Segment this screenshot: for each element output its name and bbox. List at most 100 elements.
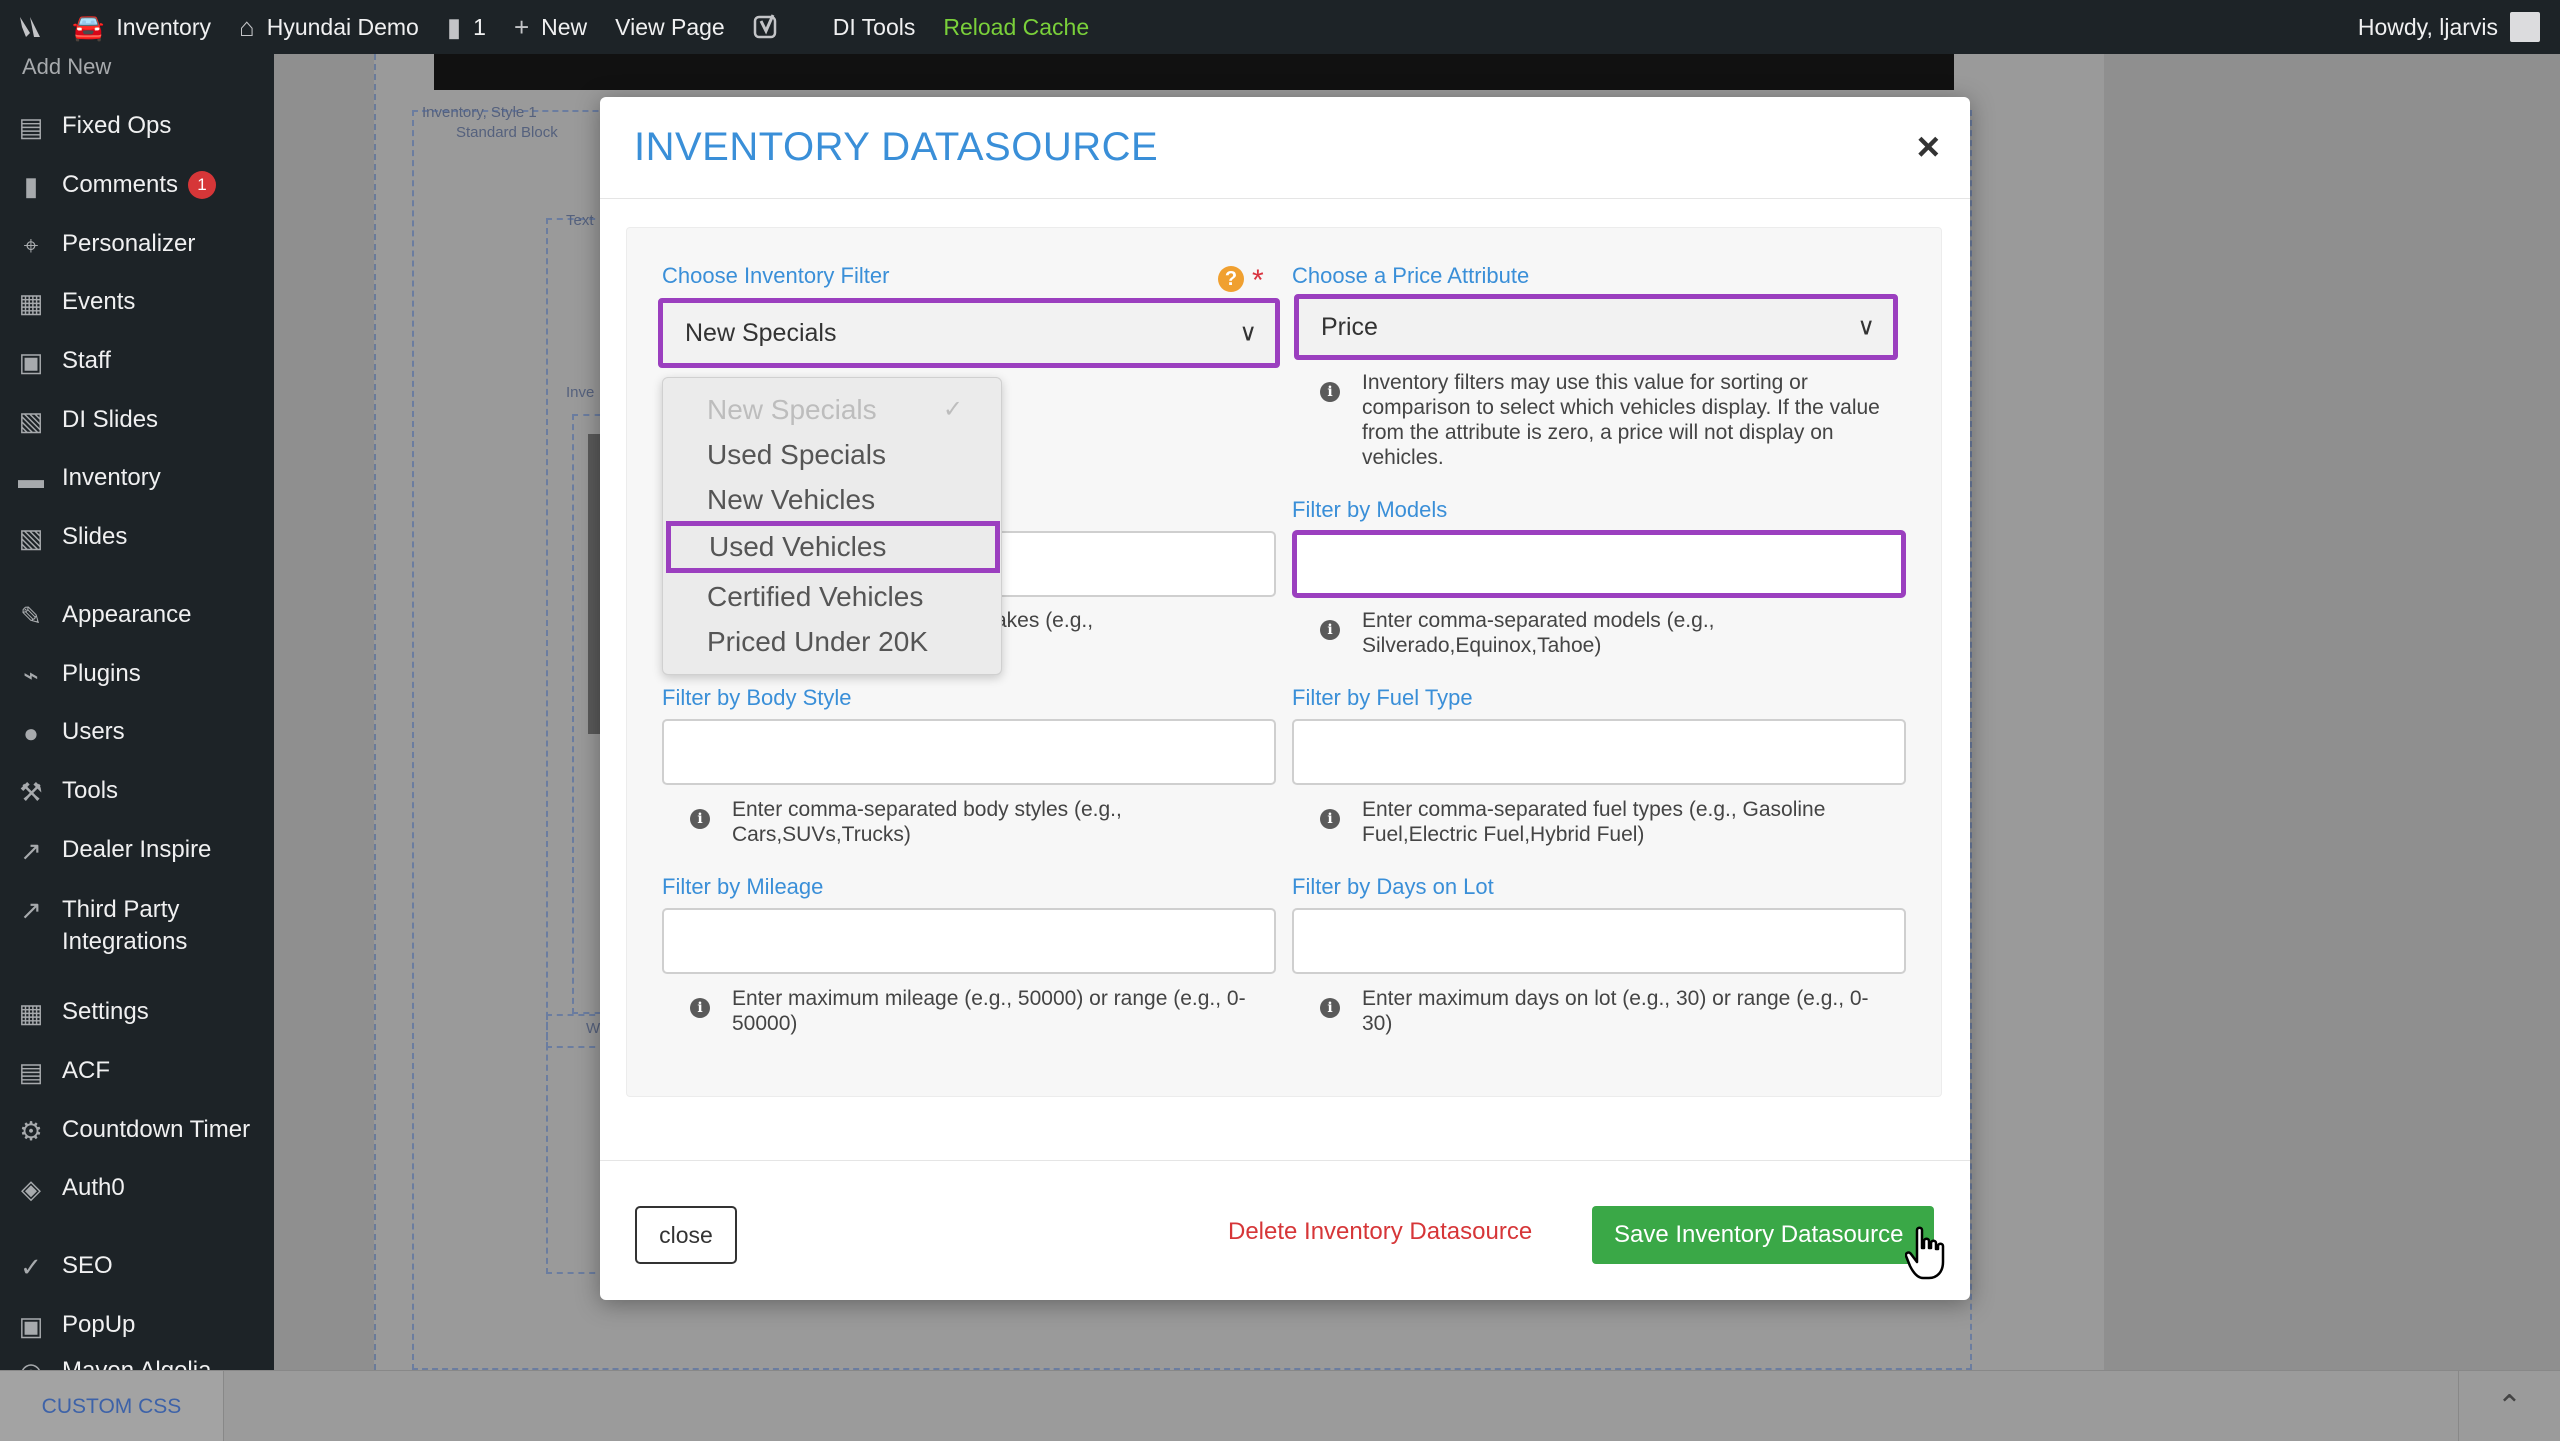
sidebar-item-tools[interactable]: ⚒ Tools [0,777,274,808]
filter-body-input[interactable] [662,719,1276,785]
dropdown-option-label: New Vehicles [707,483,876,515]
sidebar-item-auth0[interactable]: ◈ Auth0 [0,1174,274,1205]
sidebar-item-label: Users [62,718,125,745]
filter-fuel-help: i Enter comma-separated fuel types (e.g.… [1320,797,1890,847]
sidebar-item-users[interactable]: ● Users [0,718,274,749]
admin-bar-site-item[interactable]: 🚘 Inventory [58,0,225,54]
acf-icon: ▤ [18,1057,44,1087]
modal-title: INVENTORY DATASOURCE [634,125,1159,169]
dropdown-option[interactable]: Priced Under 20K [663,619,1003,664]
chevron-up-icon[interactable]: ⌃ [2458,1371,2560,1441]
dropdown-option-label: Used Vehicles [709,531,887,562]
inventory-filter-select[interactable]: New Specials ∨ [658,298,1280,368]
hand-cursor-icon [1904,1226,1947,1287]
admin-bar-site-name[interactable]: ⌂ Hyundai Demo [225,0,433,54]
sidebar-item-events[interactable]: ▦ Events [0,288,274,319]
admin-sidebar: Add New ▤ Fixed Ops ▮ Comments 1 ⌖ Perso… [0,54,274,1370]
popup-icon: ▣ [18,1311,44,1341]
sidebar-item-countdown-timer[interactable]: ⚙ Countdown Timer [0,1116,274,1147]
sidebar-item-label: Inventory [62,464,161,491]
admin-bar-reload-cache[interactable]: Reload Cache [929,0,1103,54]
sidebar-item-popup[interactable]: ▣ PopUp [0,1311,274,1342]
sidebar-item-seo[interactable]: ✓ SEO [0,1252,274,1283]
filter-days-label: Filter by Days on Lot [1292,874,1494,899]
chevron-down-icon: ∨ [1857,313,1875,341]
sidebar-item-plugins[interactable]: ⌁ Plugins [0,660,274,691]
info-icon: i [690,998,710,1018]
comments-badge: 1 [188,171,217,199]
sidebar-item-di-slides[interactable]: ▧ DI Slides [0,406,274,437]
sidebar-item-appearance[interactable]: ✎ Appearance [0,601,274,632]
filter-days-input[interactable] [1292,908,1906,974]
filter-body-help-text: Enter comma-separated body styles (e.g.,… [732,798,1122,846]
custom-css-tab[interactable]: CUSTOM CSS [0,1371,224,1441]
sidebar-item-dealer-inspire[interactable]: ↗ Dealer Inspire [0,836,274,867]
filter-body-label: Filter by Body Style [662,685,852,710]
dropdown-option[interactable]: Used Specials [663,432,1003,477]
plugin-icon: ⌁ [23,660,39,690]
sidebar-item-comments[interactable]: ▮ Comments 1 [0,171,274,202]
close-button[interactable]: close [635,1206,737,1264]
info-icon: i [1320,620,1340,640]
admin-bar-view-page[interactable]: View Page [601,0,739,54]
dropdown-option[interactable]: Certified Vehicles [663,574,1003,619]
comment-icon: ▮ [446,11,462,42]
info-icon: i [1320,382,1340,402]
sidebar-add-new[interactable]: Add New [22,54,111,80]
filter-body-help: i Enter comma-separated body styles (e.g… [690,797,1250,847]
admin-bar-view-page-label: View Page [615,13,725,40]
sidebar-item-personalizer[interactable]: ⌖ Personalizer [0,230,274,262]
admin-bar-new-label: New [541,13,588,40]
wrench-icon: ⚒ [19,777,43,807]
close-icon[interactable]: × [1917,127,1940,167]
brush-icon: ✎ [20,601,42,631]
settings-icon: ▦ [18,998,44,1028]
filter-days-help-text: Enter maximum days on lot (e.g., 30) or … [1362,987,1869,1035]
plus-icon: + [513,11,530,42]
price-attribute-selected: Price [1321,312,1378,341]
sidebar-item-slides[interactable]: ▧ Slides [0,523,274,554]
price-attribute-help: i Inventory filters may use this value f… [1320,370,1880,470]
admin-bar-account[interactable]: Howdy, ljarvis [2344,0,2560,54]
admin-bar-new[interactable]: + New [500,0,601,54]
check-icon: ✓ [942,396,963,423]
admin-bar-di-tools[interactable]: DI Tools [793,0,930,54]
delete-datasource-button[interactable]: Delete Inventory Datasource [1228,1218,1532,1246]
inventory-filter-selected: New Specials [685,318,837,347]
sidebar-item-inventory[interactable]: ▬ Inventory [0,464,274,495]
sidebar-item-fixed-ops[interactable]: ▤ Fixed Ops [0,112,274,143]
admin-bar-greeting: Howdy, ljarvis [2357,13,2498,40]
filter-mileage-input[interactable] [662,908,1276,974]
sidebar-item-staff[interactable]: ▣ Staff [0,347,274,378]
bottom-bar: CUSTOM CSS ⌃ [0,1370,2560,1441]
admin-bar-site-item-label: Inventory [116,13,211,40]
sidebar-item-label: Events [62,288,136,315]
chart-icon: ↗ [20,836,42,866]
seo-icon: ✓ [20,1252,42,1282]
sidebar-item-maven-algolia[interactable]: ◎ Maven Algolia [0,1357,274,1370]
filter-models-help: i Enter comma-separated models (e.g., Si… [1320,608,1880,658]
dropdown-option[interactable]: New Vehicles [663,477,1003,522]
dropdown-option-highlighted[interactable]: Used Vehicles [666,521,1000,573]
calendar-icon: ▦ [18,288,44,318]
save-datasource-button[interactable]: Save Inventory Datasource [1592,1206,1934,1264]
block-label: Inventory, Style 1 [422,104,537,121]
price-attribute-select[interactable]: Price ∨ [1294,294,1898,360]
sidebar-item-acf[interactable]: ▤ ACF [0,1057,274,1088]
makes-help-text: akes (e.g., [995,609,1094,632]
admin-bar-site-name-label: Hyundai Demo [266,13,419,40]
price-attribute-label: Choose a Price Attribute [1292,263,1530,288]
filter-models-input[interactable] [1292,530,1906,598]
dropdown-option-label: Priced Under 20K [707,625,929,657]
sidebar-item-label: SEO [62,1252,113,1279]
help-icon[interactable]: ? [1218,266,1244,292]
sidebar-item-settings[interactable]: ▦ Settings [0,998,274,1029]
yoast-icon[interactable] [739,0,793,54]
wp-logo-icon[interactable] [0,0,58,54]
home-icon: ⌂ [238,11,255,42]
pin-icon: ⌖ [23,230,39,260]
filter-fuel-input[interactable] [1292,719,1906,785]
admin-bar-comments[interactable]: ▮ 1 [433,0,500,54]
sidebar-item-label: Plugins [62,660,141,687]
sidebar-item-third-party[interactable]: ↗ Third Party Integrations [0,894,274,958]
